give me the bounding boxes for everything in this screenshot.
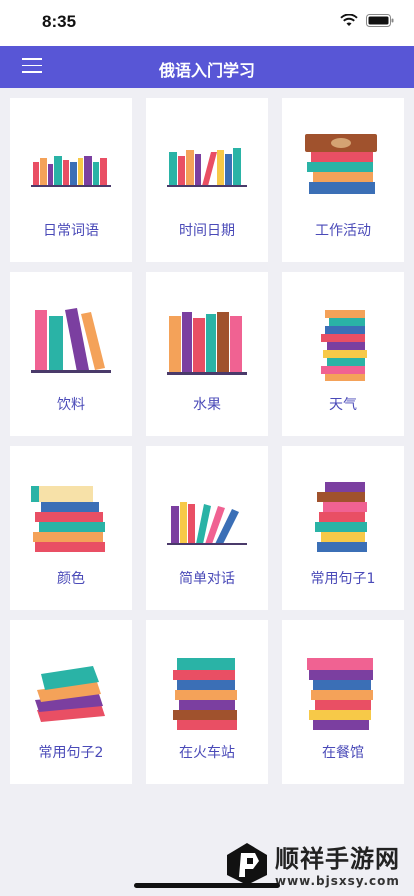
book-stack-icon <box>35 666 105 722</box>
category-label: 天气 <box>329 397 357 413</box>
status-time: 8:35 <box>42 12 77 31</box>
category-label: 颜色 <box>57 571 85 587</box>
books-row-icon <box>167 148 247 187</box>
category-label: 简单对话 <box>179 571 235 587</box>
watermark-url: www.bjsxsy.com <box>275 874 400 888</box>
category-card-restaurant[interactable]: 在餐馆 <box>282 620 404 784</box>
category-card-work-activities[interactable]: 工作活动 <box>282 98 404 262</box>
page-title: 俄语入门学习 <box>158 61 255 80</box>
category-label: 饮料 <box>57 397 85 413</box>
category-card-common-phrases-2[interactable]: 常用句子2 <box>10 620 132 784</box>
watermark-title: 顺祥手游网 <box>275 845 400 873</box>
category-card-drinks[interactable]: 饮料 <box>10 272 132 436</box>
category-card-time-date[interactable]: 时间日期 <box>146 98 268 262</box>
category-card-common-phrases-1[interactable]: 常用句子1 <box>282 446 404 610</box>
books-leaning-icon <box>167 502 247 545</box>
category-label: 时间日期 <box>179 223 235 239</box>
category-label: 常用句子1 <box>310 571 376 587</box>
category-card-weather[interactable]: 天气 <box>282 272 404 436</box>
home-indicator[interactable] <box>134 883 280 888</box>
status-icons <box>340 14 394 27</box>
watermark-logo-icon <box>227 842 267 885</box>
category-card-train-station[interactable]: 在火车站 <box>146 620 268 784</box>
category-card-simple-dialogue[interactable]: 简单对话 <box>146 446 268 610</box>
book-stack-icon <box>321 310 367 381</box>
category-label: 水果 <box>193 397 221 413</box>
watermark: 顺祥手游网 www.bjsxsy.com <box>225 839 400 888</box>
book-stack-icon <box>305 134 377 194</box>
category-card-daily-words[interactable]: 日常词语 <box>10 98 132 262</box>
nav-bar: 俄语入门学习 <box>0 46 414 88</box>
books-row-icon <box>167 312 247 375</box>
category-grid: 日常词语 时间日期 工作活动 饮料 水果 天气 颜色 简单对话 常用句子1 常用… <box>10 98 404 784</box>
category-label: 在餐馆 <box>322 745 364 761</box>
book-stack-icon <box>173 658 237 730</box>
wifi-icon <box>340 14 358 26</box>
book-stack-icon <box>307 658 373 730</box>
books-row-icon <box>31 156 111 187</box>
category-card-fruit[interactable]: 水果 <box>146 272 268 436</box>
category-card-colors[interactable]: 颜色 <box>10 446 132 610</box>
category-label: 常用句子2 <box>38 745 104 761</box>
category-label: 日常词语 <box>43 223 99 239</box>
book-stack-icon <box>315 482 367 552</box>
category-label: 在火车站 <box>179 745 235 761</box>
books-leaning-icon <box>31 308 111 373</box>
battery-icon <box>366 14 394 27</box>
book-stack-icon <box>31 486 105 552</box>
category-label: 工作活动 <box>315 223 371 239</box>
status-bar: 8:35 <box>0 0 414 46</box>
